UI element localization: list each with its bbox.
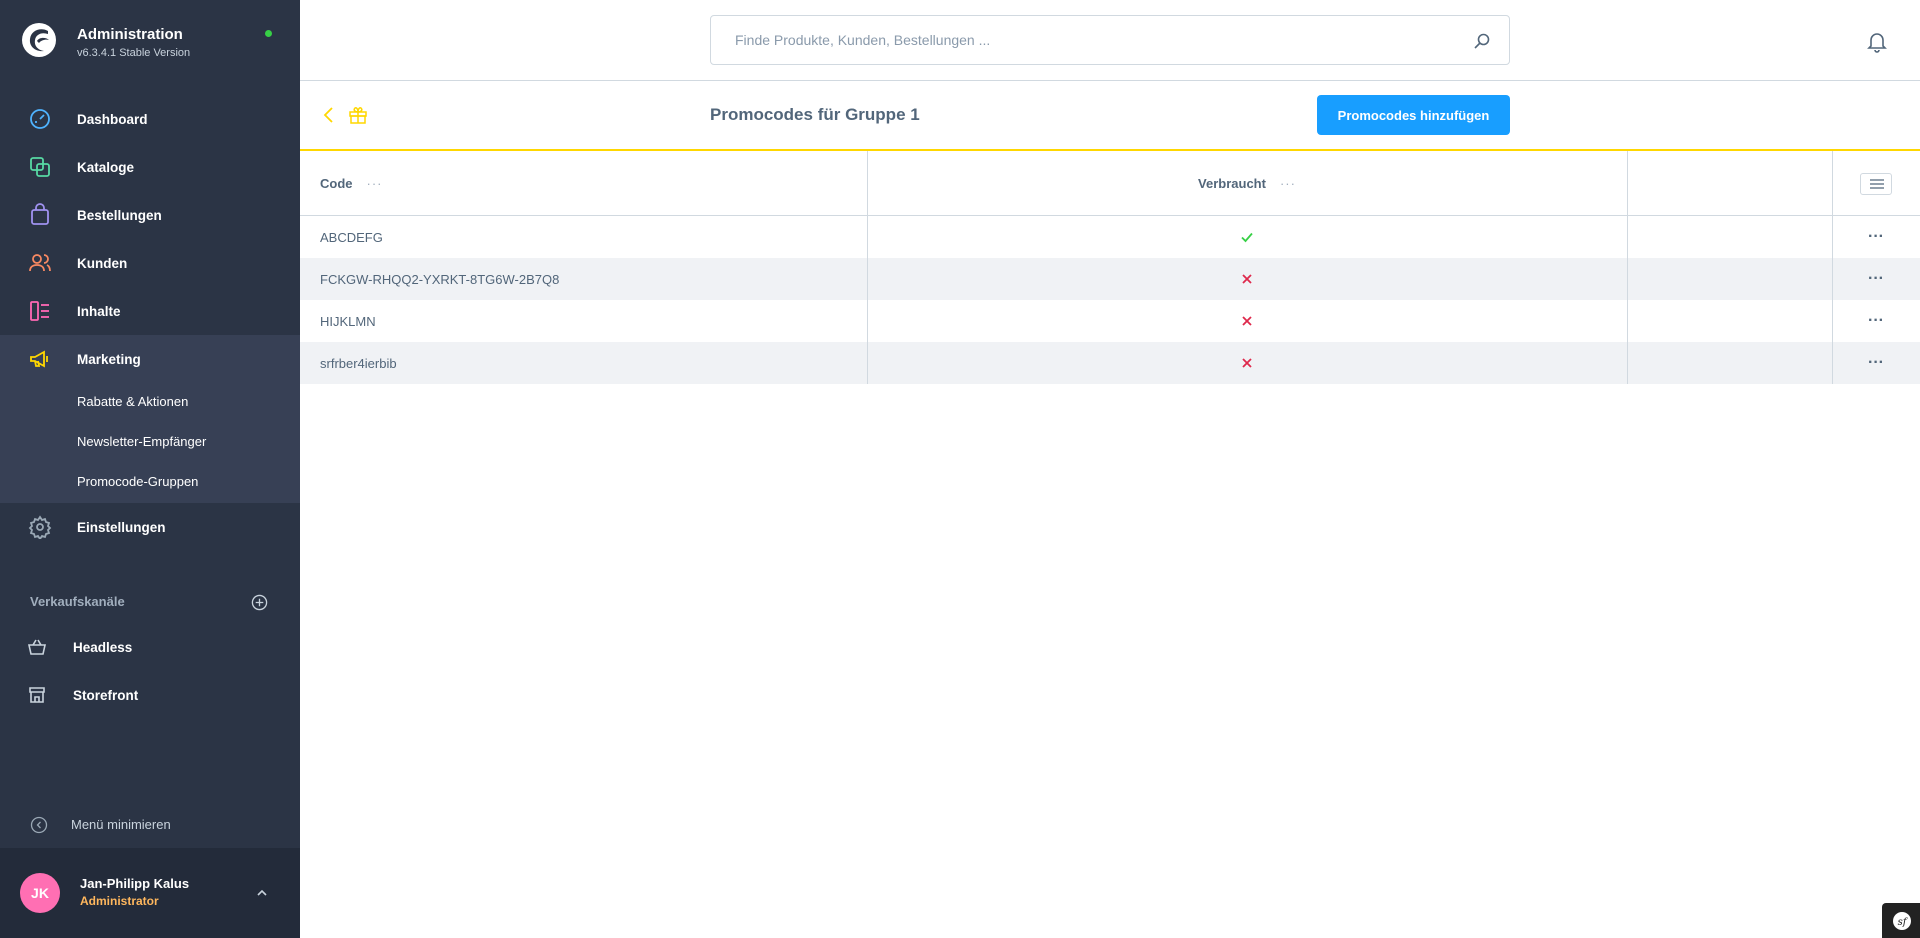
list-settings-icon <box>1870 179 1884 189</box>
column-divider <box>1832 258 1833 300</box>
add-promocodes-button[interactable]: Promocodes hinzufügen <box>1317 95 1510 135</box>
sales-channels-heading: Verkaufskanäle <box>30 594 125 609</box>
promocode-cell: FCKGW-RHQQ2-YXRKT-8TG6W-2B7Q8 <box>320 271 560 287</box>
sidebar-item-label: Headless <box>73 639 133 655</box>
user-profile[interactable]: JK Jan-Philipp Kalus Administrator <box>0 848 300 938</box>
content-icon <box>30 301 49 321</box>
used-status-cell <box>867 342 1627 384</box>
column-divider <box>1832 342 1833 384</box>
dashboard-icon <box>30 109 50 129</box>
column-divider <box>1627 216 1628 258</box>
sidebar-item-marketing[interactable]: Marketing <box>0 335 300 383</box>
sidebar-subitem-promotions[interactable]: Rabatte & Aktionen <box>77 394 188 409</box>
column-options-icon[interactable]: ··· <box>1280 176 1296 191</box>
table-row[interactable]: srfrber4ierbib ··· <box>300 342 1920 384</box>
global-search <box>710 15 1510 65</box>
chevron-left-circle-icon <box>30 816 48 834</box>
promocode-cell: srfrber4ierbib <box>320 355 397 371</box>
sidebar-item-catalogs[interactable]: Kataloge <box>0 143 300 191</box>
sidebar-item-content[interactable]: Inhalte <box>0 287 300 335</box>
row-actions-button[interactable]: ··· <box>1868 342 1884 384</box>
user-role: Administrator <box>80 894 159 908</box>
grid-settings-button[interactable] <box>1860 173 1892 195</box>
column-divider <box>1627 342 1628 384</box>
column-divider <box>1832 216 1833 258</box>
column-divider <box>1832 300 1833 342</box>
column-options-icon[interactable]: ··· <box>367 176 383 191</box>
sidebar-item-storefront[interactable]: Storefront <box>0 671 300 719</box>
customers-icon <box>29 254 51 272</box>
sidebar-item-headless[interactable]: Headless <box>0 623 300 671</box>
grid-header: Code ··· Verbraucht ··· <box>300 151 1920 216</box>
used-status-cell <box>867 300 1627 342</box>
add-sales-channel-icon[interactable] <box>251 594 268 611</box>
basket-icon <box>28 639 46 655</box>
cross-icon <box>1242 316 1252 326</box>
sidebar-item-label: Kataloge <box>77 159 135 175</box>
notification-bell-icon[interactable] <box>1865 29 1889 53</box>
top-bar <box>300 0 1920 81</box>
column-divider <box>1627 300 1628 342</box>
sidebar-item-dashboard[interactable]: Dashboard <box>0 95 300 143</box>
symfony-toolbar-icon[interactable]: sf <box>1882 903 1920 938</box>
app-title: Administration <box>77 26 183 43</box>
checkmark-icon <box>1241 232 1253 243</box>
column-divider <box>1832 151 1833 215</box>
smart-bar: Promocodes für Gruppe 1 Promocodes hinzu… <box>300 81 1920 151</box>
search-input[interactable] <box>735 29 1435 51</box>
shopware-logo-icon[interactable] <box>21 22 57 58</box>
brand-header: Administration v6.3.4.1 Stable Version <box>0 0 300 84</box>
sidebar-subitem-promocode-groups[interactable]: Promocode-Gruppen <box>77 474 198 489</box>
user-name: Jan-Philipp Kalus <box>80 876 190 891</box>
chevron-up-icon[interactable] <box>255 886 269 900</box>
sidebar-item-label: Bestellungen <box>77 207 162 223</box>
settings-icon <box>28 515 52 539</box>
sidebar-item-customers[interactable]: Kunden <box>0 239 300 287</box>
table-row[interactable]: HIJKLMN ··· <box>300 300 1920 342</box>
used-status-cell <box>867 216 1627 258</box>
sidebar-item-label: Marketing <box>77 351 141 367</box>
column-divider[interactable] <box>1627 151 1628 215</box>
table-row[interactable]: ABCDEFG ··· <box>300 216 1920 258</box>
orders-icon <box>31 203 49 225</box>
avatar: JK <box>20 873 60 913</box>
cross-icon <box>1242 274 1252 284</box>
column-divider <box>1627 258 1628 300</box>
promocode-cell: ABCDEFG <box>320 229 383 245</box>
minimize-menu-button[interactable]: Menü minimieren <box>30 815 270 835</box>
sidebar-subitem-newsletter[interactable]: Newsletter-Empfänger <box>77 434 206 449</box>
promocode-grid: Code ··· Verbraucht ··· ABCDEFG ··· FCKGW-… <box>300 151 1920 384</box>
column-header-used[interactable]: Verbraucht ··· <box>867 151 1627 215</box>
search-icon[interactable] <box>1473 32 1491 50</box>
promocode-cell: HIJKLMN <box>320 313 376 329</box>
back-arrow-icon[interactable] <box>321 105 337 125</box>
storefront-icon <box>29 687 45 703</box>
sidebar-item-orders[interactable]: Bestellungen <box>0 191 300 239</box>
sidebar-item-settings[interactable]: Einstellungen <box>0 503 300 551</box>
sidebar-item-label: Kunden <box>77 255 128 271</box>
sidebar-item-label: Inhalte <box>77 303 121 319</box>
used-status-cell <box>867 258 1627 300</box>
row-actions-button[interactable]: ··· <box>1868 300 1884 342</box>
sidebar: Administration v6.3.4.1 Stable Version D… <box>0 0 300 938</box>
app-version: v6.3.4.1 Stable Version <box>77 47 191 59</box>
gift-icon <box>349 107 367 124</box>
status-dot <box>265 30 272 37</box>
table-row[interactable]: FCKGW-RHQQ2-YXRKT-8TG6W-2B7Q8 ··· <box>300 258 1920 300</box>
sidebar-item-label: Einstellungen <box>77 519 166 535</box>
column-header-code[interactable]: Code ··· <box>320 151 383 215</box>
marketing-icon <box>30 350 48 368</box>
minimize-menu-label: Menü minimieren <box>71 817 171 832</box>
sidebar-item-label: Storefront <box>73 687 139 703</box>
marketing-group: Marketing Rabatte & Aktionen Newsletter-… <box>0 335 300 503</box>
catalog-icon <box>30 157 50 177</box>
page-title: Promocodes für Gruppe 1 <box>710 105 920 124</box>
row-actions-button[interactable]: ··· <box>1868 258 1884 300</box>
row-actions-button[interactable]: ··· <box>1868 216 1884 258</box>
sidebar-item-label: Dashboard <box>77 111 148 127</box>
cross-icon <box>1242 358 1252 368</box>
